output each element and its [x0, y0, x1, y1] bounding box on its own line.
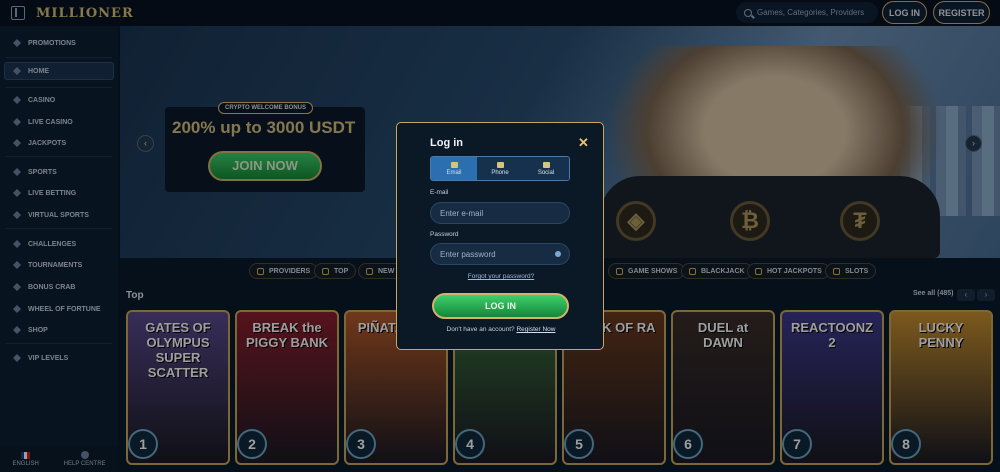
email-field[interactable]: Enter e-mail — [430, 202, 570, 224]
password-field[interactable]: Enter password — [430, 243, 570, 265]
register-prompt: Don't have an account? Register Now — [397, 326, 605, 333]
password-label: Password — [430, 231, 459, 238]
modal-login-button[interactable]: LOG IN — [432, 293, 569, 319]
password-placeholder: Enter password — [440, 249, 496, 259]
email-label: E-mail — [430, 189, 449, 196]
email-placeholder: Enter e-mail — [440, 208, 484, 218]
tab-social[interactable]: Social — [523, 157, 569, 180]
no-account-text: Don't have an account? — [446, 326, 515, 333]
tab-email[interactable]: Email — [431, 157, 477, 180]
show-password-icon[interactable] — [555, 251, 561, 257]
forgot-password-link[interactable]: Forgot your password? — [397, 273, 605, 280]
login-modal: Log in ✕ Email Phone Social E-mail Enter… — [396, 122, 604, 350]
modal-title: Log in — [430, 137, 463, 149]
tab-label: Email — [446, 169, 462, 176]
login-method-tabs: Email Phone Social — [430, 156, 570, 181]
register-now-link[interactable]: Register Now — [516, 326, 555, 333]
tab-label: Social — [537, 169, 555, 176]
social-icon — [542, 161, 550, 168]
close-icon[interactable]: ✕ — [578, 135, 589, 151]
email-icon — [450, 161, 458, 168]
phone-icon — [496, 161, 504, 168]
tab-phone[interactable]: Phone — [477, 157, 523, 180]
tab-label: Phone — [491, 169, 509, 176]
